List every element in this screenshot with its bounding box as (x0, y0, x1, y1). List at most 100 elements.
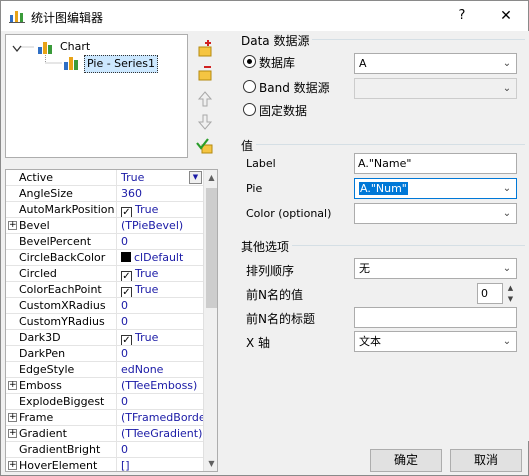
spin-down-icon[interactable]: ▼ (503, 294, 518, 304)
property-value[interactable]: (TTeeGradient) (116, 426, 203, 441)
property-row[interactable]: Circled ✓ True (6, 266, 203, 282)
top-n-value-field[interactable]: 0 (477, 283, 503, 304)
property-value[interactable]: ✓ True (116, 282, 203, 297)
property-value[interactable]: 0 (116, 394, 203, 409)
property-row[interactable]: GradientBright 0 (6, 442, 203, 458)
x-axis-value: 文本 (359, 335, 381, 348)
property-grid[interactable]: Active True ▼ AngleSize 360 AutoMarkPosition ✓… (5, 169, 218, 472)
property-row[interactable]: ExplodeBiggest 0 (6, 394, 203, 410)
sort-order-select[interactable]: 无 ⌄ (354, 258, 517, 279)
checkbox-checked-icon[interactable]: ✓ (121, 287, 132, 297)
property-value-text: 0 (121, 395, 128, 408)
chevron-down-icon: ⌄ (502, 336, 512, 347)
property-value[interactable]: 0 (116, 346, 203, 361)
other-options-group: 其他选项 排列顺序 无 ⌄ 前N名的值 0 ▲ ▼ 前N名的标题 X 轴 文本 … (241, 238, 525, 385)
property-row[interactable]: + Bevel (TPieBevel) (6, 218, 203, 234)
property-row[interactable]: + Emboss (TTeeEmboss) (6, 378, 203, 394)
apply-series-button[interactable] (195, 136, 215, 156)
property-value[interactable]: (TFramedBorder) (116, 410, 203, 425)
database-select[interactable]: A ⌄ (354, 53, 517, 74)
property-value[interactable]: 360 (116, 186, 203, 201)
property-row[interactable]: DarkPen 0 (6, 346, 203, 362)
property-value-text: edNone (121, 363, 164, 376)
property-value[interactable]: (TPieBevel) (116, 218, 203, 233)
ok-button[interactable]: 确定 (370, 449, 442, 472)
property-value[interactable]: True ▼ (116, 170, 203, 185)
band-select[interactable]: ⌄ (354, 78, 517, 99)
property-row[interactable]: ColorEachPoint ✓ True (6, 282, 203, 298)
property-value[interactable]: 0 (116, 234, 203, 249)
property-row[interactable]: +Frame (TFramedBorder) (6, 410, 203, 426)
spin-up-icon[interactable]: ▲ (503, 283, 518, 293)
dropdown-arrow-icon[interactable]: ▼ (189, 171, 202, 184)
radio-database-label[interactable]: 数据库 (259, 54, 295, 71)
property-value-text: True (135, 331, 159, 344)
radio-fixed-data[interactable] (243, 103, 256, 116)
radio-database[interactable] (243, 55, 256, 68)
vertical-scrollbar[interactable]: ▲ ▼ (203, 170, 217, 471)
property-row[interactable]: AutoMarkPosition ✓ True (6, 202, 203, 218)
values-group-title: 值 (241, 137, 257, 154)
collapse-toggle-icon[interactable] (12, 42, 22, 53)
checkbox-checked-icon[interactable]: ✓ (121, 271, 132, 281)
property-value[interactable]: (TTeeEmboss) (116, 378, 203, 393)
property-value[interactable]: 0 (116, 314, 203, 329)
expand-icon[interactable]: + (8, 461, 17, 470)
property-value-text: 0 (121, 315, 128, 328)
property-name: CustomXRadius (19, 299, 106, 312)
color-field-select[interactable]: ⌄ (354, 203, 517, 224)
pie-field-select[interactable]: A."Num" ⌄ (354, 178, 517, 199)
property-value[interactable]: ✓ True (116, 330, 203, 345)
x-axis-select[interactable]: 文本 ⌄ (354, 331, 517, 352)
add-series-icon (198, 40, 212, 57)
property-value[interactable]: 0 (116, 298, 203, 313)
scroll-thumb[interactable] (206, 188, 217, 308)
check-icon (196, 138, 213, 154)
property-value-text: (TTeeEmboss) (121, 379, 198, 392)
sort-order-value: 无 (359, 262, 370, 275)
property-value-text: True (135, 203, 159, 216)
property-name: EdgeStyle (19, 363, 75, 376)
property-value[interactable]: edNone (116, 362, 203, 377)
property-row[interactable]: CustomXRadius 0 (6, 298, 203, 314)
property-value[interactable]: 0 (116, 442, 203, 457)
cancel-button[interactable]: 取消 (450, 449, 522, 472)
checkbox-checked-icon[interactable]: ✓ (121, 207, 132, 217)
expand-icon[interactable]: + (8, 413, 17, 422)
expand-icon[interactable]: + (8, 429, 17, 438)
property-row[interactable]: AngleSize 360 (6, 186, 203, 202)
property-value-text: (TFramedBorder) (121, 411, 203, 424)
label-field[interactable]: A."Name" (354, 153, 517, 174)
property-row[interactable]: Active True ▼ (6, 170, 203, 186)
property-row[interactable]: + Gradient (TTeeGradient) (6, 426, 203, 442)
property-row[interactable]: CircleBackColor clDefault (6, 250, 203, 266)
property-value[interactable]: ✓ True (116, 266, 203, 281)
move-down-button[interactable] (195, 112, 215, 132)
property-name: Dark3D (19, 331, 61, 344)
checkbox-checked-icon[interactable]: ✓ (121, 335, 132, 345)
property-row[interactable]: + HoverElement [] (6, 458, 203, 471)
scroll-down-icon[interactable]: ▼ (204, 456, 217, 471)
series-tree[interactable]: Chart Pie - Series1 (5, 34, 188, 158)
scroll-up-icon[interactable]: ▲ (204, 170, 217, 185)
property-row[interactable]: EdgeStyle edNone (6, 362, 203, 378)
add-series-button[interactable] (195, 39, 215, 59)
property-value[interactable]: ✓ True (116, 202, 203, 217)
move-up-button[interactable] (195, 89, 215, 109)
delete-series-button[interactable] (195, 63, 215, 83)
radio-band[interactable] (243, 80, 256, 93)
radio-band-label[interactable]: Band 数据源 (259, 79, 330, 96)
color-field-caption: Color (optional) (246, 207, 332, 220)
expand-icon[interactable]: + (8, 221, 17, 230)
property-row[interactable]: BevelPercent 0 (6, 234, 203, 250)
property-value[interactable]: clDefault (116, 250, 203, 265)
property-value[interactable]: [] (116, 458, 203, 471)
top-n-title-field[interactable] (354, 307, 517, 328)
expand-icon[interactable]: + (8, 381, 17, 390)
close-button[interactable]: ✕ (484, 1, 528, 31)
property-row[interactable]: Dark3D ✓ True (6, 330, 203, 346)
help-button[interactable]: ? (441, 1, 483, 31)
radio-fixed-data-label[interactable]: 固定数据 (259, 102, 307, 119)
property-row[interactable]: CustomYRadius 0 (6, 314, 203, 330)
database-select-value: A (359, 57, 367, 70)
